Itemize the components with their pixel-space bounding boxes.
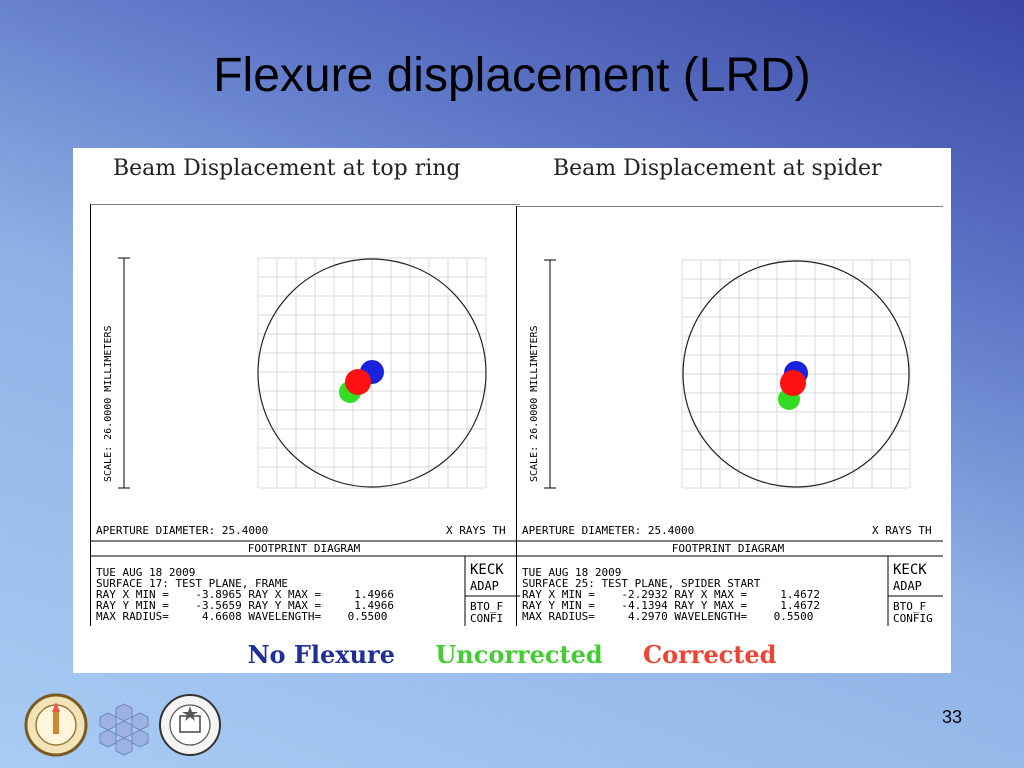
scale-label: SCALE: 26.0000 MILLIMETERS <box>103 325 114 482</box>
page-number: 33 <box>941 707 962 727</box>
diagram-label: FOOTPRINT DIAGRAM <box>248 542 361 555</box>
legend-uncorrected: Uncorrected <box>435 640 603 669</box>
caltech-seal-icon <box>24 693 88 757</box>
legend-no-flexure: No Flexure <box>247 640 395 669</box>
right-plot-heading: Beam Displacement at spider <box>553 156 882 181</box>
box-keck: KECK <box>470 562 504 578</box>
left-plot-heading: Beam Displacement at top ring <box>113 156 461 181</box>
box-config: CONFI <box>470 612 503 625</box>
figure-panel: Beam Displacement at top ring SCALE: 26.… <box>73 148 951 673</box>
box-adap: ADAP <box>470 579 499 593</box>
box-config: CONFIG <box>893 612 933 625</box>
box-adap: ADAP <box>893 579 922 593</box>
uc-seal-icon <box>159 694 221 756</box>
right-footprint-diagram: SCALE: 26.0000 MILLIMETERS APERTURE DIAM… <box>516 205 943 631</box>
color-legend: No Flexure Uncorrected Corrected <box>73 640 951 669</box>
rays-text: X RAYS TH <box>872 524 932 537</box>
left-footprint-diagram: SCALE: 26.0000 MILLIMETERS APERTURE DIAM… <box>90 203 520 631</box>
corrected-spot <box>780 370 806 396</box>
aperture-text: APERTURE DIAMETER: 25.4000 <box>96 524 268 537</box>
legend-corrected: Corrected <box>643 640 777 669</box>
rays-text: X RAYS TH <box>446 524 506 537</box>
radius-text: MAX RADIUS= 4.2970 WAVELENGTH= 0.5500 <box>522 610 813 623</box>
diagram-label: FOOTPRINT DIAGRAM <box>672 542 785 555</box>
scale-label: SCALE: 26.0000 MILLIMETERS <box>529 325 540 482</box>
aperture-text: APERTURE DIAMETER: 25.4000 <box>522 524 694 537</box>
keck-mirror-icon <box>99 703 149 756</box>
radius-text: MAX RADIUS= 4.6608 WAVELENGTH= 0.5500 <box>96 610 387 623</box>
box-keck: KECK <box>893 562 927 578</box>
corrected-spot <box>345 369 371 395</box>
institution-logos <box>24 692 224 763</box>
slide-title: Flexure displacement (LRD) <box>213 49 811 102</box>
